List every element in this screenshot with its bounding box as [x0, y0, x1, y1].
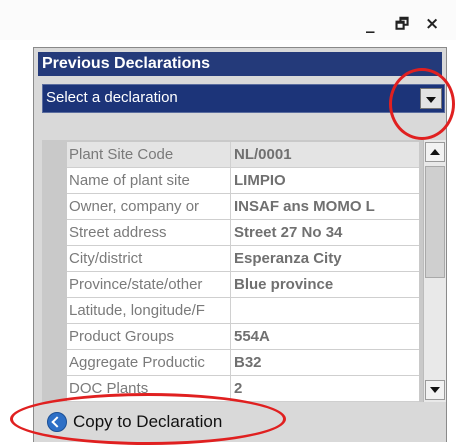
scroll-down-button[interactable]	[425, 380, 445, 400]
window-title-bar: _ 🗗 ×	[0, 0, 456, 40]
highlight-circle-copy-button	[10, 393, 286, 445]
property-value: NL/0001	[231, 142, 419, 167]
property-name: City/district	[67, 246, 231, 271]
property-row[interactable]: Name of plant site LIMPIO	[67, 168, 419, 194]
property-row[interactable]: Aggregate Productic B32	[67, 350, 419, 376]
property-value: LIMPIO	[231, 168, 419, 193]
property-name: Product Groups	[67, 324, 231, 349]
property-value: INSAF ans MOMO L	[231, 194, 419, 219]
property-name: Aggregate Productic	[67, 350, 231, 375]
property-value: Blue province	[231, 272, 419, 297]
scroll-thumb[interactable]	[425, 166, 445, 278]
property-name: Plant Site Code	[67, 142, 231, 167]
property-name: Name of plant site	[67, 168, 231, 193]
chevron-down-icon	[430, 387, 440, 393]
property-row[interactable]: Plant Site Code NL/0001	[67, 142, 419, 168]
property-row[interactable]: Street address Street 27 No 34	[67, 220, 419, 246]
declaration-select-value: Select a declaration	[46, 89, 178, 106]
property-value: 2	[231, 376, 419, 401]
property-name: Street address	[67, 220, 231, 245]
property-value: B32	[231, 350, 419, 375]
highlight-circle-dropdown	[389, 68, 455, 140]
property-row[interactable]: Province/state/other Blue province	[67, 272, 419, 298]
property-name: Owner, company or	[67, 194, 231, 219]
property-name: Latitude, longitude/F	[67, 298, 231, 323]
vertical-scrollbar[interactable]	[423, 140, 446, 402]
property-value: 554A	[231, 324, 419, 349]
property-row[interactable]: City/district Esperanza City	[67, 246, 419, 272]
property-grid: Plant Site Code NL/0001 Name of plant site…	[42, 140, 446, 402]
chevron-up-icon	[430, 149, 440, 155]
minimize-button[interactable]: _	[366, 14, 375, 34]
property-value: Street 27 No 34	[231, 220, 419, 245]
previous-declarations-panel: Previous Declarations Select a declarati…	[33, 47, 447, 442]
property-row[interactable]: Owner, company or INSAF ans MOMO L	[67, 194, 419, 220]
property-value: Esperanza City	[231, 246, 419, 271]
property-row[interactable]: Product Groups 554A	[67, 324, 419, 350]
close-button[interactable]: ×	[425, 14, 439, 34]
panel-title: Previous Declarations	[38, 52, 442, 76]
property-row[interactable]: Latitude, longitude/F	[67, 298, 419, 324]
scroll-up-button[interactable]	[425, 142, 445, 162]
property-value	[231, 298, 419, 323]
property-rows: Plant Site Code NL/0001 Name of plant site…	[67, 142, 419, 402]
property-name: Province/state/other	[67, 272, 231, 297]
declaration-select[interactable]: Select a declaration	[42, 84, 445, 113]
restore-button[interactable]: 🗗	[395, 14, 409, 34]
